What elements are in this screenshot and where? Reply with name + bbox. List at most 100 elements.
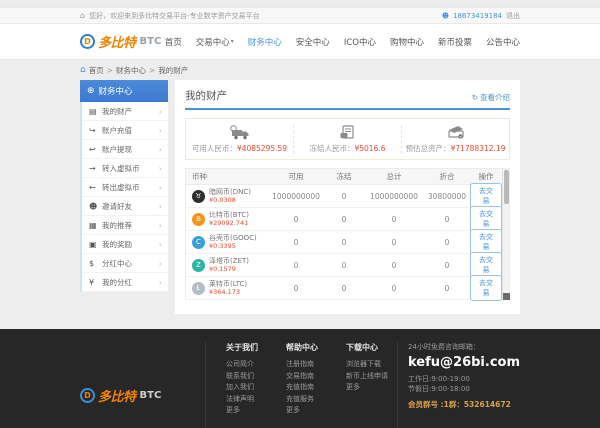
table-row-ltc: Ł 莱特币(LTC) ¥364.173 0 0 0 0 去交易 <box>186 275 509 301</box>
nav-item-new-coin-vote[interactable]: 新币投票 <box>438 36 472 48</box>
chevron-right-icon: › <box>158 239 162 249</box>
footer-link-browser-download[interactable]: 浏览器下载 <box>346 359 388 371</box>
cell-converted: 0 <box>444 214 450 224</box>
nav-item-finance-center[interactable]: 财务中心 <box>248 36 282 48</box>
sidebar-item-dividend-center[interactable]: $ 分红中心 › <box>82 254 168 273</box>
footer-link-more[interactable]: 更多 <box>286 405 318 417</box>
nav-item-trade-center[interactable]: 交易中心 ▾ <box>196 36 234 48</box>
footer-link-contact-us[interactable]: 联系我们 <box>226 371 258 383</box>
table-row-dnc: ♉ 暗网币(DNC) ¥0.0308 1000000000 0 10000000… <box>186 183 509 209</box>
col-total: 总计 <box>386 172 402 181</box>
table-row-zet: Z 泽塔币(ZET) ¥0.1579 0 0 0 0 去交易 <box>186 252 509 278</box>
breadcrumb-finance[interactable]: 财务中心 <box>116 65 146 76</box>
user-icon: ☻ <box>441 11 449 20</box>
table-scrollbar[interactable] <box>502 169 510 300</box>
chevron-right-icon: › <box>158 277 162 287</box>
nav-item-shop-center[interactable]: 购物中心 <box>390 36 424 48</box>
stat-label: 可用人民币： <box>191 144 237 153</box>
footer-logo: D 多比特 BTC <box>80 386 161 405</box>
chevron-right-icon: › <box>158 201 162 211</box>
view-intro-label: 查看介绍 <box>480 93 510 102</box>
coin-name: 莱特币(LTC) <box>209 280 248 288</box>
cell-available: 0 <box>293 214 299 224</box>
col-available: 可用 <box>288 172 304 181</box>
logo-suffix: BTC <box>139 389 162 401</box>
stat-label: 冻结人民币： <box>309 144 355 153</box>
footer-link-legal[interactable]: 法律声明 <box>226 394 258 406</box>
cell-converted: 0 <box>444 237 450 247</box>
footer-link-join-us[interactable]: 加入我们 <box>226 382 258 394</box>
footer-link-register-guide[interactable]: 注册指南 <box>286 359 318 371</box>
go-trade-button[interactable]: 去交易 <box>470 275 502 301</box>
sidebar-item-withdraw[interactable]: ↩ 账户提现 › <box>82 140 168 159</box>
footer-link-trade-guide[interactable]: 交易指南 <box>286 371 318 383</box>
main-panel: 我的财产 ↻ 查看介绍 可用人民币：¥4085295.59 冻结人民币：¥501… <box>175 80 520 314</box>
nav-item-security-center[interactable]: 安全中心 <box>296 36 330 48</box>
footer-col-title: 下载中心 <box>346 343 379 352</box>
sidebar-item-my-rewards[interactable]: ▣ 我的奖励 › <box>82 235 168 254</box>
nav-item-ico-center[interactable]: ICO中心 <box>344 36 376 48</box>
footer-col-download: 下载中心 浏览器下载 新币上线申请 更多 <box>346 342 388 428</box>
site-logo[interactable]: D 多比特 BTC <box>80 32 161 51</box>
assets-table: 币种 可用 冻结 总计 折合 操作 ♉ 暗网币(DNC) ¥0.0308 100… <box>185 168 510 301</box>
coin-name: 泽塔币(ZET) <box>209 257 249 265</box>
footer-link-company-intro[interactable]: 公司简介 <box>226 359 258 371</box>
sidebar-item-my-referrals[interactable]: ▦ 我的推荐 › <box>82 216 168 235</box>
coin-icon: B <box>192 212 205 226</box>
stat-value: ¥5016.6 <box>354 144 386 153</box>
chevron-right-icon: › <box>158 220 162 230</box>
cell-frozen: 0 <box>341 237 347 247</box>
page-title: 我的财产 <box>185 90 227 102</box>
scrollbar-thumb[interactable] <box>504 170 509 204</box>
account-phone-link[interactable]: 18673419184 <box>453 12 502 20</box>
sidebar-item-label: 我的分红 <box>102 277 132 287</box>
cell-frozen: 0 <box>341 283 347 293</box>
chevron-right-icon: › <box>158 258 162 268</box>
cell-available: 0 <box>293 237 299 247</box>
cell-available: 0 <box>293 283 299 293</box>
footer-link-more[interactable]: 更多 <box>226 405 258 417</box>
sidebar-item-label: 账户充值 <box>102 125 132 135</box>
truck-icon <box>229 125 248 140</box>
sidebar-item-recharge[interactable]: ↪ 账户充值 › <box>82 121 168 140</box>
refresh-icon: ↻ <box>471 93 478 102</box>
sidebar-item-label: 分红中心 <box>102 258 132 268</box>
logo-icon: D <box>80 387 95 403</box>
sidebar-item-my-assets[interactable]: ▤ 我的财产 › <box>82 102 168 121</box>
nav-item-announcement-center[interactable]: 公告中心 <box>486 36 520 48</box>
ledger-icon <box>340 125 354 139</box>
col-coin: 币种 <box>192 172 207 181</box>
sidebar-item-transfer-out-coin[interactable]: ← 转出虚拟币 › <box>82 178 168 197</box>
contact-hours-weekday: 工作日:9:00-19:00 <box>408 375 470 383</box>
cell-total: 1000000000 <box>370 191 418 201</box>
cash-machine-icon <box>447 126 464 139</box>
sidebar-item-invite-friends[interactable]: ☻ 邀请好友 › <box>82 197 168 216</box>
nav-item-home[interactable]: 首页 <box>165 36 182 48</box>
logo-text: 多比特 <box>98 36 136 51</box>
breadcrumb-home[interactable]: 首页 <box>89 65 104 76</box>
footer-link-recharge-guide[interactable]: 充值指南 <box>286 382 318 394</box>
chevron-right-icon: › <box>158 106 162 116</box>
footer-contact: 24小时免费咨询邮箱： kefu@26bi.com 工作日:9:00-19:00… <box>397 342 520 428</box>
logout-link[interactable]: 退出 <box>506 11 520 21</box>
coin-price: ¥29092.741 <box>209 219 249 227</box>
stat-value: ¥71788312.19 <box>450 144 506 153</box>
footer-col-help: 帮助中心 注册指南 交易指南 充值指南 充值服务 更多 <box>286 342 318 428</box>
withdraw-icon: ↩ <box>89 144 96 154</box>
footer-link-new-coin-apply[interactable]: 新币上线申请 <box>346 371 388 383</box>
topbar: ⌂ 您好，欢迎来到多比特交易平台-专业数字资产交易平台 ☻ 1867341918… <box>0 7 600 24</box>
assets-icon: ▤ <box>89 106 97 116</box>
view-intro-link[interactable]: ↻ 查看介绍 <box>472 92 510 103</box>
col-frozen: 冻结 <box>336 172 352 181</box>
footer-link-recharge-service[interactable]: 充值服务 <box>286 394 318 406</box>
recharge-icon: ↪ <box>89 125 96 135</box>
sidebar-item-label: 我的财产 <box>102 106 132 116</box>
breadcrumb-current: 我的财产 <box>158 65 189 75</box>
footer-link-more[interactable]: 更多 <box>346 382 388 394</box>
contact-hours-holiday: 节假日:9:00-18:00 <box>408 384 470 393</box>
sidebar-item-transfer-in-coin[interactable]: → 转入虚拟币 › <box>82 159 168 178</box>
sidebar-item-my-dividends[interactable]: ¥ 我的分红 › <box>82 273 168 292</box>
sidebar-item-label: 我的推荐 <box>102 220 132 230</box>
sidebar-title: ⊕ 财务中心 <box>80 80 168 102</box>
contact-email[interactable]: kefu@26bi.com <box>408 355 520 370</box>
